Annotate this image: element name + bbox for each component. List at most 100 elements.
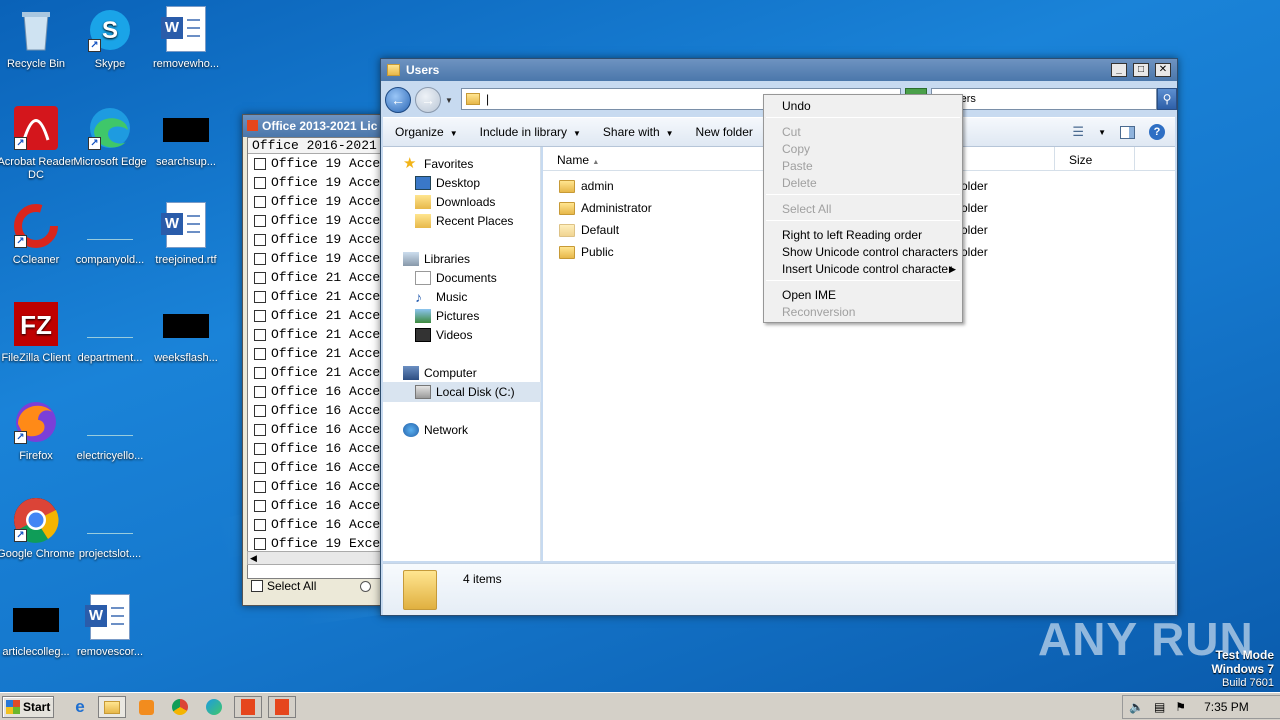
file-row-administrator[interactable]: Administrator xyxy=(559,201,652,215)
nav-documents[interactable]: Documents xyxy=(415,271,497,285)
checkbox-box[interactable] xyxy=(254,480,266,493)
list-item[interactable]: Office 16 Access xyxy=(248,458,382,477)
checkbox-box[interactable] xyxy=(251,580,263,592)
checkbox-box[interactable] xyxy=(254,252,266,265)
list-item[interactable]: Office 21 Access xyxy=(248,287,382,306)
checkbox-box[interactable] xyxy=(254,328,266,341)
list-item[interactable]: Office 16 Access xyxy=(248,382,382,401)
nav-downloads[interactable]: Downloads xyxy=(415,195,495,209)
menu-undo[interactable]: Undo xyxy=(782,99,811,113)
menu-show-unicode[interactable]: Show Unicode control characters xyxy=(782,245,958,259)
list-item[interactable]: Office 16 Access xyxy=(248,439,382,458)
column-type[interactable] xyxy=(963,147,1055,170)
list-item[interactable]: Office 21 Access xyxy=(248,325,382,344)
desktop-icon-ccleaner[interactable]: ↗ CCleaner xyxy=(0,202,78,267)
list-item[interactable]: Office 19 Access xyxy=(248,230,382,249)
desktop-icon-skype[interactable]: S ↗ Skype xyxy=(68,6,152,71)
desktop-icon-word-doc[interactable]: removescor... xyxy=(68,594,152,659)
taskbar-office-1[interactable] xyxy=(234,696,262,718)
address-input[interactable]: | xyxy=(486,92,489,106)
select-all-checkbox[interactable]: Select All xyxy=(251,579,372,593)
checkbox-box[interactable] xyxy=(254,442,266,455)
checkbox-box[interactable] xyxy=(254,461,266,474)
nav-libraries[interactable]: Libraries xyxy=(403,252,470,266)
list-item[interactable]: Office 21 Access xyxy=(248,306,382,325)
desktop-icon-chrome[interactable]: ↗ Google Chrome xyxy=(0,496,78,561)
taskbar-explorer[interactable] xyxy=(98,696,126,718)
checkbox-box[interactable] xyxy=(254,157,266,170)
checkbox-box[interactable] xyxy=(254,290,266,303)
desktop-icon-file[interactable]: searchsup... xyxy=(144,104,228,169)
taskbar-office-2[interactable] xyxy=(268,696,296,718)
taskbar-media-player[interactable] xyxy=(132,696,160,718)
checkbox-box[interactable] xyxy=(254,385,266,398)
checkbox-box[interactable] xyxy=(254,271,266,284)
desktop-icon-filezilla[interactable]: FZ FileZilla Client xyxy=(0,300,78,365)
desktop-icon-file[interactable]: projectslot.... xyxy=(68,496,152,561)
menu-open-ime[interactable]: Open IME xyxy=(782,288,836,302)
nav-music[interactable]: ♪ Music xyxy=(415,290,467,304)
list-item[interactable]: Office 16 Access xyxy=(248,496,382,515)
desktop-icon-file[interactable]: weeksflash... xyxy=(144,300,228,365)
close-button[interactable]: ✕ xyxy=(1155,63,1171,77)
maximize-button[interactable]: □ xyxy=(1133,63,1149,77)
list-item[interactable]: Office 19 Access xyxy=(248,192,382,211)
list-item[interactable]: Office 19 Access xyxy=(248,211,382,230)
office-license-window[interactable]: Office 2013-2021 Lic Office 2016-2021 C … xyxy=(242,114,383,606)
nav-favorites[interactable]: ★ Favorites xyxy=(403,156,473,171)
desktop-icon-rtf[interactable]: treejoined.rtf xyxy=(144,202,228,267)
include-in-library-button[interactable]: Include in library ▼ xyxy=(480,125,581,139)
file-row-default[interactable]: Default xyxy=(559,223,619,237)
organize-button[interactable]: Organize ▼ xyxy=(395,125,458,139)
nav-recent-places[interactable]: Recent Places xyxy=(415,214,513,228)
file-row-public[interactable]: Public xyxy=(559,245,614,259)
minimize-button[interactable]: _ xyxy=(1111,63,1127,77)
preview-pane-icon[interactable] xyxy=(1120,125,1135,139)
list-item[interactable]: Office 19 Access xyxy=(248,173,382,192)
checkbox-box[interactable] xyxy=(254,518,266,531)
nav-computer[interactable]: Computer xyxy=(403,366,477,380)
list-item[interactable]: Office 21 Access xyxy=(248,268,382,287)
column-size[interactable]: Size xyxy=(1055,147,1135,170)
nav-network[interactable]: Network xyxy=(403,423,468,437)
back-button[interactable]: ← xyxy=(385,87,411,113)
view-options-icon[interactable]: ☰ xyxy=(1072,124,1084,140)
list-item[interactable]: Office 16 Access xyxy=(248,420,382,439)
file-row-admin[interactable]: admin xyxy=(559,179,614,193)
checkbox-box[interactable] xyxy=(254,195,266,208)
menu-rtl-reading-order[interactable]: Right to left Reading order xyxy=(782,228,922,242)
office-window-titlebar[interactable]: Office 2013-2021 Lic xyxy=(243,115,381,137)
chevron-down-icon[interactable]: ▼ xyxy=(1098,128,1106,137)
search-icon[interactable]: ⚲ xyxy=(1157,88,1177,110)
taskbar-ie[interactable]: e xyxy=(66,696,94,718)
checkbox-box[interactable] xyxy=(254,347,266,360)
list-item[interactable]: Office 19 Access xyxy=(248,154,382,173)
checkbox-box[interactable] xyxy=(254,499,266,512)
list-item[interactable]: Office 16 Access xyxy=(248,401,382,420)
forward-button[interactable]: → xyxy=(415,87,441,113)
checkbox-box[interactable] xyxy=(254,366,266,379)
action-center-flag-icon[interactable]: ⚑ xyxy=(1175,700,1186,714)
start-button[interactable]: Start xyxy=(2,696,54,718)
checkbox-box[interactable] xyxy=(254,423,266,436)
recent-pages-chevron-icon[interactable]: ▼ xyxy=(445,96,453,105)
checkbox-box[interactable] xyxy=(254,176,266,189)
new-folder-button[interactable]: New folder xyxy=(696,125,753,139)
network-tray-icon[interactable]: ▤ xyxy=(1154,700,1165,714)
clock[interactable]: 7:35 PM xyxy=(1204,700,1249,714)
desktop-icon-file[interactable]: electricyello... xyxy=(68,398,152,463)
volume-icon[interactable]: 🔈 xyxy=(1129,700,1144,714)
desktop-icon-file[interactable]: articlecolleg... xyxy=(0,594,78,659)
nav-videos[interactable]: Videos xyxy=(415,328,472,342)
list-item[interactable]: Office 16 Access xyxy=(248,515,382,534)
radio-icon[interactable] xyxy=(360,580,372,592)
desktop-icon-file[interactable]: department... xyxy=(68,300,152,365)
share-with-button[interactable]: Share with ▼ xyxy=(603,125,674,139)
explorer-titlebar[interactable]: Users _ □ ✕ xyxy=(381,59,1177,81)
checkbox-box[interactable] xyxy=(254,404,266,417)
nav-local-disk[interactable]: Local Disk (C:) xyxy=(415,385,515,399)
desktop-icon-word-doc[interactable]: removewho... xyxy=(144,6,228,71)
help-icon[interactable]: ? xyxy=(1149,124,1165,140)
menu-insert-unicode[interactable]: Insert Unicode control character xyxy=(782,262,952,276)
desktop-icon-acrobat[interactable]: ↗ Acrobat Reader DC xyxy=(0,104,78,182)
